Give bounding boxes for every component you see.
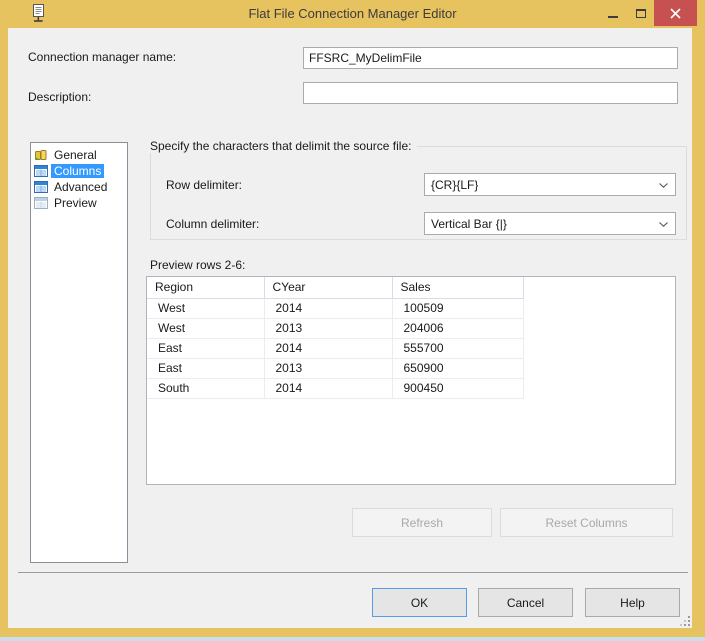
table-row[interactable]: East2014555700	[147, 338, 523, 358]
chevron-down-icon	[659, 222, 668, 227]
help-button[interactable]: Help	[585, 588, 680, 617]
preview-icon	[34, 197, 48, 209]
maximize-button[interactable]	[627, 0, 655, 26]
table-cell: 900450	[392, 378, 523, 398]
sidebar-item-label: Columns	[51, 164, 104, 178]
column-delimiter-combo[interactable]: Vertical Bar {|}	[424, 212, 676, 235]
ok-button[interactable]: OK	[372, 588, 467, 617]
description-label: Description:	[28, 90, 91, 104]
preview-header-row: RegionCYearSales	[147, 277, 523, 298]
preview-panel: RegionCYearSales West2014100509West20132…	[146, 276, 676, 485]
cancel-button[interactable]: Cancel	[478, 588, 573, 617]
sidebar-item-label: General	[51, 148, 100, 162]
table-cell: East	[147, 338, 264, 358]
connection-manager-name-input[interactable]	[303, 47, 678, 69]
column-header[interactable]: Sales	[392, 277, 523, 298]
dialog-body: Connection manager name: Description: Ge…	[8, 28, 692, 628]
pages-list: General Columns	[30, 142, 128, 563]
row-delimiter-combo[interactable]: {CR}{LF}	[424, 173, 676, 196]
minimize-button[interactable]	[599, 0, 627, 26]
row-delimiter-label: Row delimiter:	[166, 178, 242, 192]
table-cell: East	[147, 358, 264, 378]
preview-rows-label: Preview rows 2-6:	[150, 258, 245, 272]
connection-manager-name-label: Connection manager name:	[28, 50, 176, 64]
table-cell: South	[147, 378, 264, 398]
sidebar-item-preview[interactable]: Preview	[31, 195, 127, 211]
table-cell: 100509	[392, 298, 523, 318]
footer-separator	[18, 572, 688, 573]
close-icon	[670, 8, 681, 19]
table-cell: 555700	[392, 338, 523, 358]
chevron-down-icon	[659, 183, 668, 188]
row-delimiter-value: {CR}{LF}	[431, 178, 478, 192]
table-row[interactable]: West2014100509	[147, 298, 523, 318]
sidebar-item-columns[interactable]: Columns	[31, 163, 127, 179]
table-cell: 2014	[264, 298, 392, 318]
table-cell: 2013	[264, 358, 392, 378]
table-row[interactable]: East2013650900	[147, 358, 523, 378]
titlebar: Flat File Connection Manager Editor	[0, 0, 705, 28]
sidebar-item-label: Advanced	[51, 180, 110, 194]
minimize-icon	[608, 16, 618, 18]
sidebar-item-advanced[interactable]: Advanced	[31, 179, 127, 195]
refresh-button[interactable]: Refresh	[352, 508, 492, 537]
column-header[interactable]: CYear	[264, 277, 392, 298]
table-cell: 2014	[264, 338, 392, 358]
column-delimiter-label: Column delimiter:	[166, 217, 259, 231]
column-header[interactable]: Region	[147, 277, 264, 298]
table-cell: 2013	[264, 318, 392, 338]
reset-columns-button[interactable]: Reset Columns	[500, 508, 673, 537]
general-icon	[34, 149, 48, 161]
sidebar-item-label: Preview	[51, 196, 100, 210]
table-cell: West	[147, 298, 264, 318]
description-input[interactable]	[303, 82, 678, 104]
resize-grip[interactable]	[680, 616, 691, 627]
maximize-icon	[636, 9, 646, 18]
table-cell: West	[147, 318, 264, 338]
advanced-icon	[34, 181, 48, 193]
columns-icon	[34, 165, 48, 177]
delimiters-group-label: Specify the characters that delimit the …	[150, 139, 417, 153]
table-cell: 2014	[264, 378, 392, 398]
table-row[interactable]: South2014900450	[147, 378, 523, 398]
column-delimiter-value: Vertical Bar {|}	[431, 217, 507, 231]
close-button[interactable]	[654, 0, 697, 26]
sidebar-item-general[interactable]: General	[31, 147, 127, 163]
table-row[interactable]: West2013204006	[147, 318, 523, 338]
preview-table-body: West2014100509West2013204006East20145557…	[147, 298, 523, 398]
dialog-window: Flat File Connection Manager Editor Conn…	[0, 0, 705, 641]
table-cell: 650900	[392, 358, 523, 378]
desktop-strip	[0, 637, 705, 641]
table-cell: 204006	[392, 318, 523, 338]
preview-table: RegionCYearSales West2014100509West20132…	[147, 277, 524, 399]
